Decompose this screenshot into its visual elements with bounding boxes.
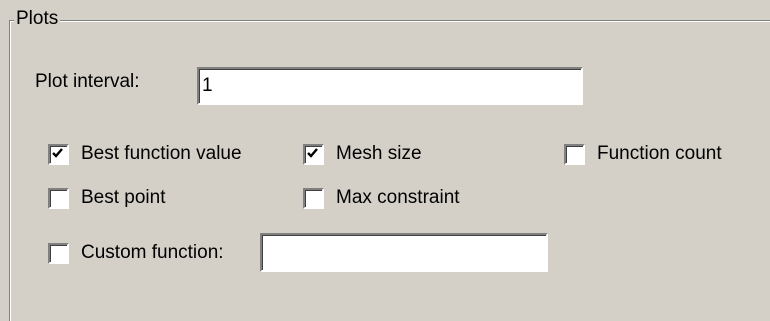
check-mark-icon [52,147,63,158]
check-mark-icon [307,147,318,158]
checkbox-box[interactable] [48,242,69,264]
mesh-size-checkbox[interactable]: Mesh size [303,143,422,165]
max-constraint-checkbox[interactable]: Max constraint [303,187,460,209]
function-count-checkbox[interactable]: Function count [564,143,722,165]
plots-group [9,20,770,321]
best-function-value-label: Best function value [81,143,242,164]
plot-interval-input[interactable] [197,67,583,105]
plots-group-title: Plots [14,8,61,30]
mesh-size-label: Mesh size [336,143,422,164]
custom-function-label: Custom function: [81,242,224,263]
best-function-value-checkbox[interactable]: Best function value [48,143,242,165]
checkbox-box[interactable] [48,143,69,165]
custom-function-checkbox[interactable]: Custom function: [48,242,224,264]
checkbox-box[interactable] [303,187,324,209]
max-constraint-label: Max constraint [336,187,460,208]
plot-interval-label: Plot interval: [35,71,140,92]
custom-function-input[interactable] [260,233,548,272]
best-point-checkbox[interactable]: Best point [48,187,166,209]
checkbox-box[interactable] [48,187,69,209]
function-count-label: Function count [597,143,722,164]
checkbox-box[interactable] [564,143,585,165]
best-point-label: Best point [81,187,166,208]
checkbox-box[interactable] [303,143,324,165]
